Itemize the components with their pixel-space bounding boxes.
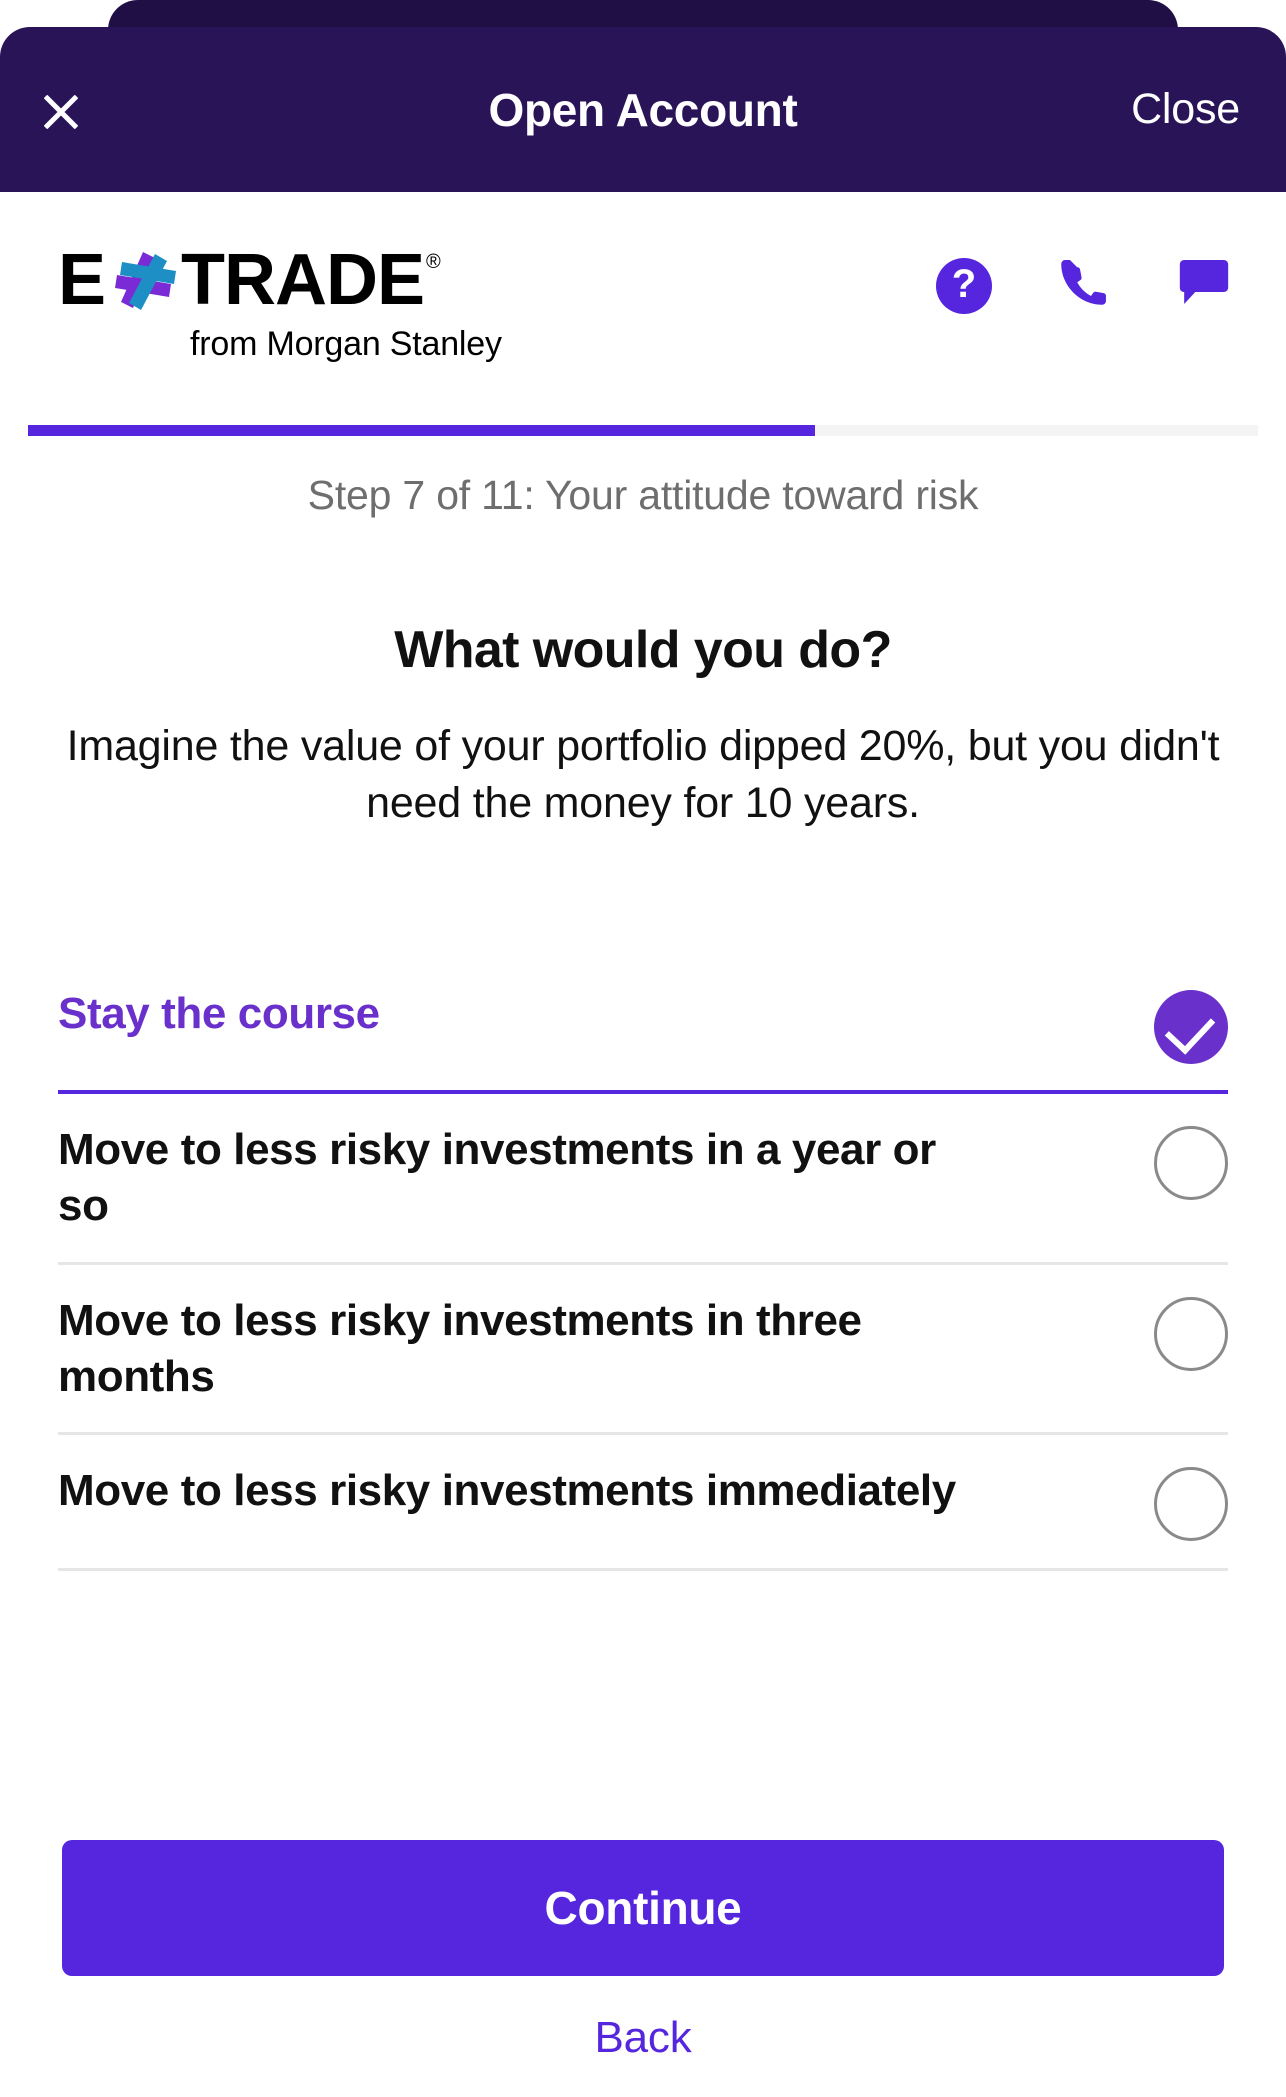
modal-header: Open Account Close: [0, 27, 1286, 192]
logo-word-trade: TRADE: [181, 239, 425, 320]
modal-title: Open Account: [488, 84, 798, 136]
brand-tagline: from Morgan Stanley: [190, 325, 502, 363]
step-label: Step 7 of 11: Your attitude toward risk: [307, 472, 979, 518]
close-button[interactable]: Close: [1131, 85, 1240, 134]
option-divider: [58, 1568, 1228, 1572]
phone-icon[interactable]: [1054, 254, 1112, 317]
header-actions: ?: [936, 254, 1234, 317]
page-title: What would you do?: [394, 621, 892, 679]
brand-bar: E TRADE ® from Morgan Stanley ?: [0, 192, 1286, 392]
option-row-1[interactable]: Move to less risky investments in a year…: [58, 1094, 1228, 1265]
radio-circle-icon[interactable]: [1154, 1126, 1228, 1200]
option-label: Move to less risky investments in three …: [58, 1295, 862, 1401]
back-link[interactable]: Back: [0, 2013, 1286, 2063]
option-label: Move to less risky investments immediate…: [58, 1466, 956, 1516]
option-label: Move to less risky investments in a year…: [58, 1125, 936, 1231]
app-screen: Open Account Close E TRADE ® from Morgan…: [0, 0, 1286, 2097]
answer-options: Stay the course Move to less risky inves…: [58, 958, 1228, 1572]
help-icon[interactable]: ?: [936, 257, 992, 314]
chat-icon[interactable]: [1174, 254, 1234, 317]
logo-letter-e: E: [58, 239, 106, 320]
etrade-logo: E TRADE ® from Morgan Stanley: [58, 239, 598, 364]
option-row-2[interactable]: Move to less risky investments in three …: [58, 1265, 1228, 1436]
progress-bar: [28, 425, 1258, 436]
option-label: Stay the course: [58, 989, 380, 1038]
option-row-0[interactable]: Stay the course: [58, 958, 1228, 1094]
radio-circle-icon[interactable]: [1154, 1296, 1228, 1371]
option-row-3[interactable]: Move to less risky investments immediate…: [58, 1435, 1228, 1572]
check-circle-icon[interactable]: [1154, 990, 1228, 1064]
progress-fill: [28, 425, 816, 436]
registered-trademark: ®: [426, 251, 441, 273]
continue-button[interactable]: Continue: [62, 1840, 1224, 1976]
etrade-star-icon: [107, 244, 179, 316]
question-subtitle: Imagine the value of your portfolio dipp…: [66, 722, 1220, 827]
radio-circle-icon[interactable]: [1154, 1467, 1228, 1542]
